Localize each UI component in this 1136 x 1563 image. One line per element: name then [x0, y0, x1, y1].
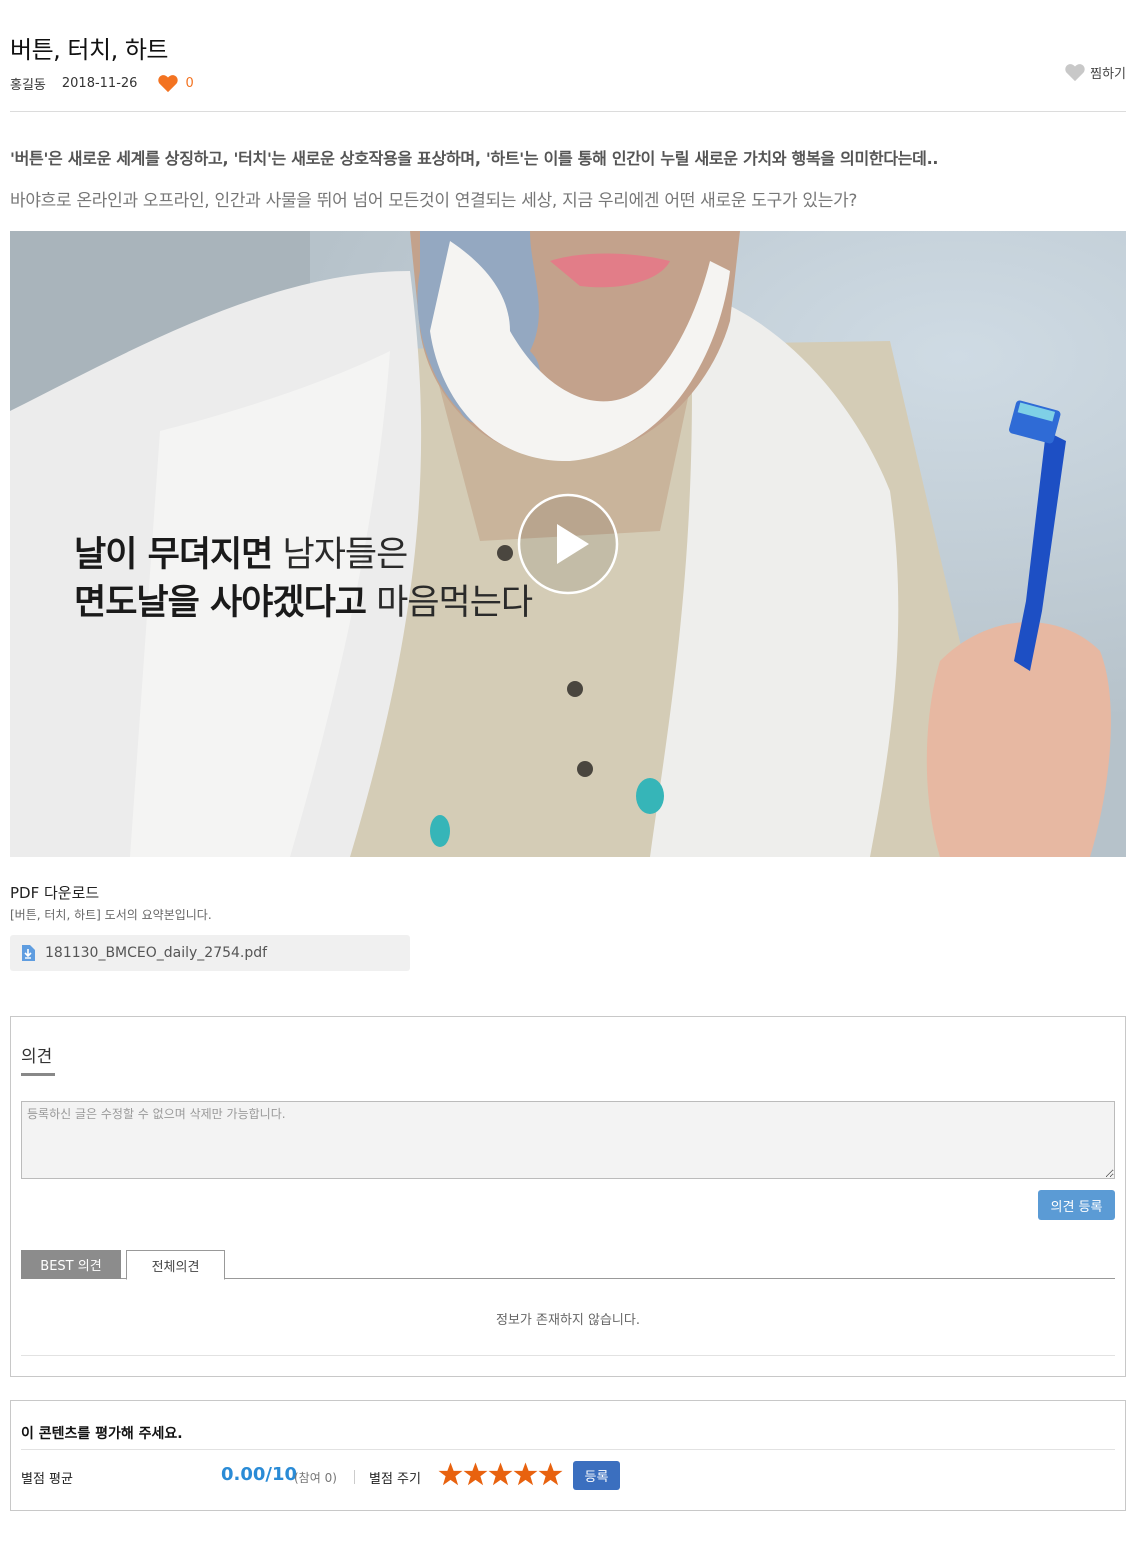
rating-section: 이 콘텐츠를 평가해 주세요. 별점 평균 0.00/10 (참여 0) 별점 …	[10, 1400, 1126, 1511]
opinion-submit-button[interactable]: 의견 등록	[1038, 1190, 1115, 1220]
star-icon[interactable]	[438, 1461, 463, 1487]
download-icon	[22, 945, 35, 961]
opinion-input[interactable]	[21, 1101, 1115, 1179]
wish-label: 찜하기	[1090, 66, 1126, 82]
like-count: 0	[185, 75, 194, 91]
heart-outline-icon	[1065, 64, 1085, 82]
pdf-filename: 181130_BMCEO_daily_2754.pdf	[45, 945, 268, 961]
play-icon[interactable]	[517, 493, 619, 595]
tab-all-opinion[interactable]: 전체의견	[126, 1250, 225, 1280]
caption-line2-rest: 마음먹는다	[366, 583, 533, 623]
rating-question: 이 콘텐츠를 평가해 주세요.	[21, 1426, 183, 1442]
opinion-section: 의견 의견 등록 BEST 의견 전체의견 정보가 존재하지 않습니다.	[10, 1016, 1126, 1377]
rating-register-button[interactable]: 등록	[573, 1461, 620, 1490]
video-caption: 날이 무뎌지면 남자들은 면도날을 사야겠다고 마음먹는다	[74, 531, 533, 627]
star-rating-input[interactable]	[438, 1461, 563, 1487]
heading-underline	[21, 1073, 55, 1076]
divider	[354, 1470, 355, 1484]
tab-best-opinion[interactable]: BEST 의견	[21, 1250, 121, 1279]
rating-average-label: 별점 평균	[21, 1472, 73, 1487]
divider	[21, 1355, 1115, 1356]
pdf-description: [버튼, 터치, 하트] 도서의 요약본입니다.	[10, 908, 212, 922]
pdf-download-title: PDF 다운로드	[10, 884, 100, 902]
article-lead: '버튼'은 새로운 세계를 상징하고, '터치'는 새로운 상호작용을 표상하며…	[10, 149, 939, 168]
caption-line2-bold: 면도날을 사야겠다고	[74, 583, 367, 623]
pdf-file-link[interactable]: 181130_BMCEO_daily_2754.pdf	[10, 935, 410, 971]
wish-button[interactable]: 찜하기	[1064, 62, 1126, 82]
author-name: 홍길동	[10, 77, 46, 93]
star-icon[interactable]	[463, 1461, 488, 1487]
caption-line1-bold: 날이 무뎌지면	[74, 535, 273, 575]
rating-participants: (참여 0)	[294, 1471, 337, 1485]
rating-average-value: 0.00/10	[221, 1464, 298, 1485]
video-player[interactable]: 날이 무뎌지면 남자들은 면도날을 사야겠다고 마음먹는다	[10, 231, 1126, 857]
empty-message: 정보가 존재하지 않습니다.	[496, 1313, 640, 1328]
star-icon[interactable]	[488, 1461, 513, 1487]
article-header: 버튼, 터치, 하트 홍길동 2018-11-26 0 찜하기	[10, 28, 1126, 112]
star-icon[interactable]	[513, 1461, 538, 1487]
post-date: 2018-11-26	[61, 75, 138, 91]
opinion-heading: 의견	[21, 1047, 53, 1067]
heart-icon[interactable]	[157, 73, 179, 93]
caption-line1-rest: 남자들은	[272, 535, 409, 575]
article-meta: 홍길동 2018-11-26 0	[10, 73, 194, 93]
star-icon[interactable]	[538, 1461, 563, 1487]
article-subtitle: 바야흐로 온라인과 오프라인, 인간과 사물을 뛰어 넘어 모든것이 연결되는 …	[10, 191, 858, 211]
divider	[21, 1449, 1115, 1450]
opinion-tabs: BEST 의견 전체의견	[21, 1250, 1115, 1280]
page-title: 버튼, 터치, 하트	[10, 36, 169, 64]
rating-give-label: 별점 주기	[369, 1472, 421, 1487]
